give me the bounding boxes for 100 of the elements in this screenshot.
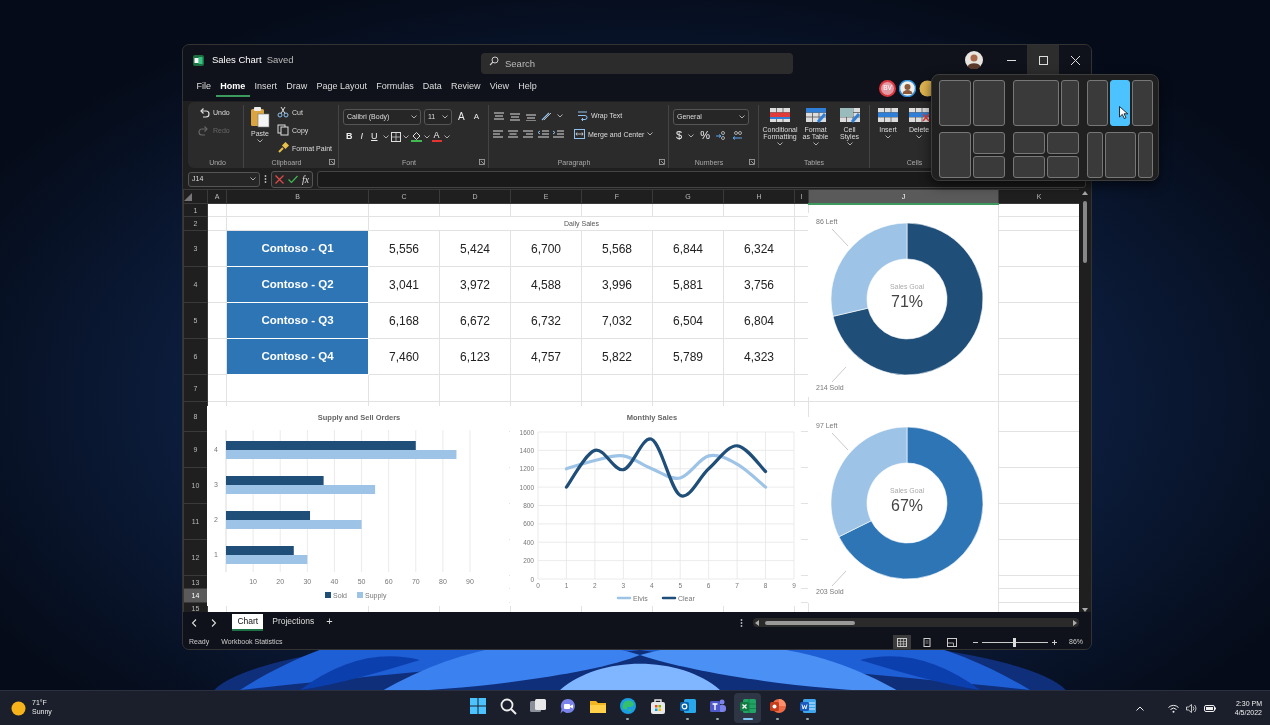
undo-icon (198, 106, 210, 118)
next-sheet-icon[interactable] (210, 618, 217, 627)
grow-font-button[interactable]: A (455, 112, 468, 122)
chevron-up-icon[interactable] (1135, 705, 1144, 711)
insert-function-button[interactable]: fx (302, 171, 310, 187)
menu-tab[interactable]: Insert (249, 79, 282, 97)
battery-icon[interactable] (1203, 704, 1216, 712)
dialog-launcher-icon[interactable] (749, 159, 755, 165)
caret-icon (916, 135, 922, 139)
align-middle-icon[interactable] (509, 110, 521, 121)
more-icon[interactable] (739, 617, 743, 628)
row-label: Contoso - Q1 (226, 230, 369, 267)
zoom-out-icon[interactable] (973, 639, 978, 645)
taskbar-button[interactable] (734, 693, 761, 723)
confirm-icon[interactable] (288, 174, 298, 184)
page-break-icon (947, 637, 957, 647)
table-cell: 5,424 (439, 230, 511, 267)
insert-row-icon (877, 106, 899, 124)
increase-indent-icon[interactable] (553, 129, 564, 139)
snap-zone[interactable] (1109, 80, 1131, 126)
maximize-button[interactable] (1027, 45, 1059, 75)
menu-tab[interactable]: Review (446, 79, 486, 97)
menu-tab[interactable]: Home (215, 79, 250, 97)
menu-tab[interactable]: Formulas (371, 79, 419, 97)
start-icon (468, 696, 487, 715)
dialog-launcher-icon[interactable] (659, 159, 665, 165)
wifi-icon[interactable] (1167, 703, 1179, 713)
fill-color-icon[interactable] (410, 131, 422, 142)
table-cell: 4,323 (723, 338, 795, 375)
sheet-tab[interactable]: Chart (232, 614, 264, 631)
italic-button[interactable]: I (357, 132, 366, 141)
clipboard-icon (250, 106, 270, 128)
legend-swatch (357, 592, 363, 598)
table-cell: 5,568 (581, 230, 653, 267)
table-cell: 3,972 (439, 266, 511, 303)
orientation-icon[interactable] (541, 110, 553, 121)
scrollbar-thumb[interactable] (1083, 201, 1087, 263)
menu-tab[interactable]: View (485, 79, 514, 97)
scroll-up-icon[interactable] (1082, 191, 1088, 195)
table-cell: 6,844 (652, 230, 724, 267)
menu-tab[interactable]: File (192, 79, 216, 97)
bold-button[interactable]: B (343, 132, 356, 141)
shrink-font-button[interactable]: A (470, 113, 482, 121)
scrollbar-thumb[interactable] (764, 620, 855, 625)
search-field[interactable]: Search (481, 52, 793, 74)
align-right-icon[interactable] (523, 129, 534, 139)
redo-icon (198, 124, 210, 136)
sheet-tab[interactable]: Projections (267, 614, 320, 631)
caret-icon (402, 134, 409, 139)
volume-icon[interactable] (1185, 703, 1197, 713)
maximize-icon (1038, 55, 1048, 65)
scroll-right-icon[interactable] (1073, 619, 1077, 626)
row-label: Contoso - Q2 (226, 266, 369, 303)
table-cell: 6,804 (723, 302, 795, 339)
align-left-icon[interactable] (493, 129, 504, 139)
caret-icon (688, 133, 695, 138)
spreadsheet-icon (738, 696, 757, 715)
table-cell: 5,881 (652, 266, 724, 303)
font-color-button[interactable]: A (431, 131, 442, 142)
row-label: Contoso - Q4 (226, 338, 369, 375)
currency-button[interactable]: $ (673, 130, 686, 141)
copy-icon (277, 124, 289, 136)
caret-icon (443, 134, 450, 139)
menu-tab[interactable]: Help (513, 79, 542, 97)
leader-line (831, 432, 849, 451)
previous-sheet-icon[interactable] (191, 618, 197, 627)
caret-icon (739, 115, 745, 119)
select-all-icon[interactable] (184, 192, 192, 201)
dialog-launcher-icon[interactable] (329, 159, 335, 165)
percent-button[interactable]: % (697, 130, 713, 141)
legend-swatch (325, 592, 331, 598)
view-button[interactable] (893, 635, 911, 649)
center-value: 71% (891, 293, 923, 310)
dialog-launcher-icon[interactable] (479, 159, 485, 165)
cancel-icon[interactable] (275, 174, 284, 184)
sun-icon (11, 700, 26, 716)
menu-tab[interactable]: Data (418, 79, 447, 97)
leader-line (831, 228, 849, 247)
increase-decimal-icon[interactable] (715, 130, 728, 141)
menu-tab[interactable]: Page Layout (311, 79, 372, 97)
decrease-indent-icon[interactable] (538, 129, 549, 139)
center-value: 67% (891, 497, 923, 514)
table-cell: 6,700 (510, 230, 582, 267)
conditional-format-icon (769, 106, 791, 124)
align-top-icon[interactable] (493, 110, 505, 121)
document-title: Sales Chart (212, 52, 262, 67)
normal-view-icon (897, 637, 907, 647)
decrease-decimal-icon[interactable] (730, 130, 743, 141)
borders-icon[interactable] (390, 131, 401, 142)
menu-tab[interactable]: Draw (281, 79, 312, 97)
add-sheet-button[interactable]: + (323, 616, 336, 629)
bar (226, 546, 294, 555)
underline-button[interactable]: U (368, 132, 381, 141)
zoom-slider-thumb[interactable] (1013, 637, 1017, 647)
zoom-in-icon[interactable] (1052, 639, 1057, 645)
scroll-left-icon[interactable] (754, 619, 759, 626)
more-icon[interactable] (264, 174, 267, 184)
avatar-icon[interactable] (965, 51, 983, 69)
row-label: Contoso - Q3 (226, 302, 369, 339)
align-center-icon[interactable] (508, 129, 519, 139)
